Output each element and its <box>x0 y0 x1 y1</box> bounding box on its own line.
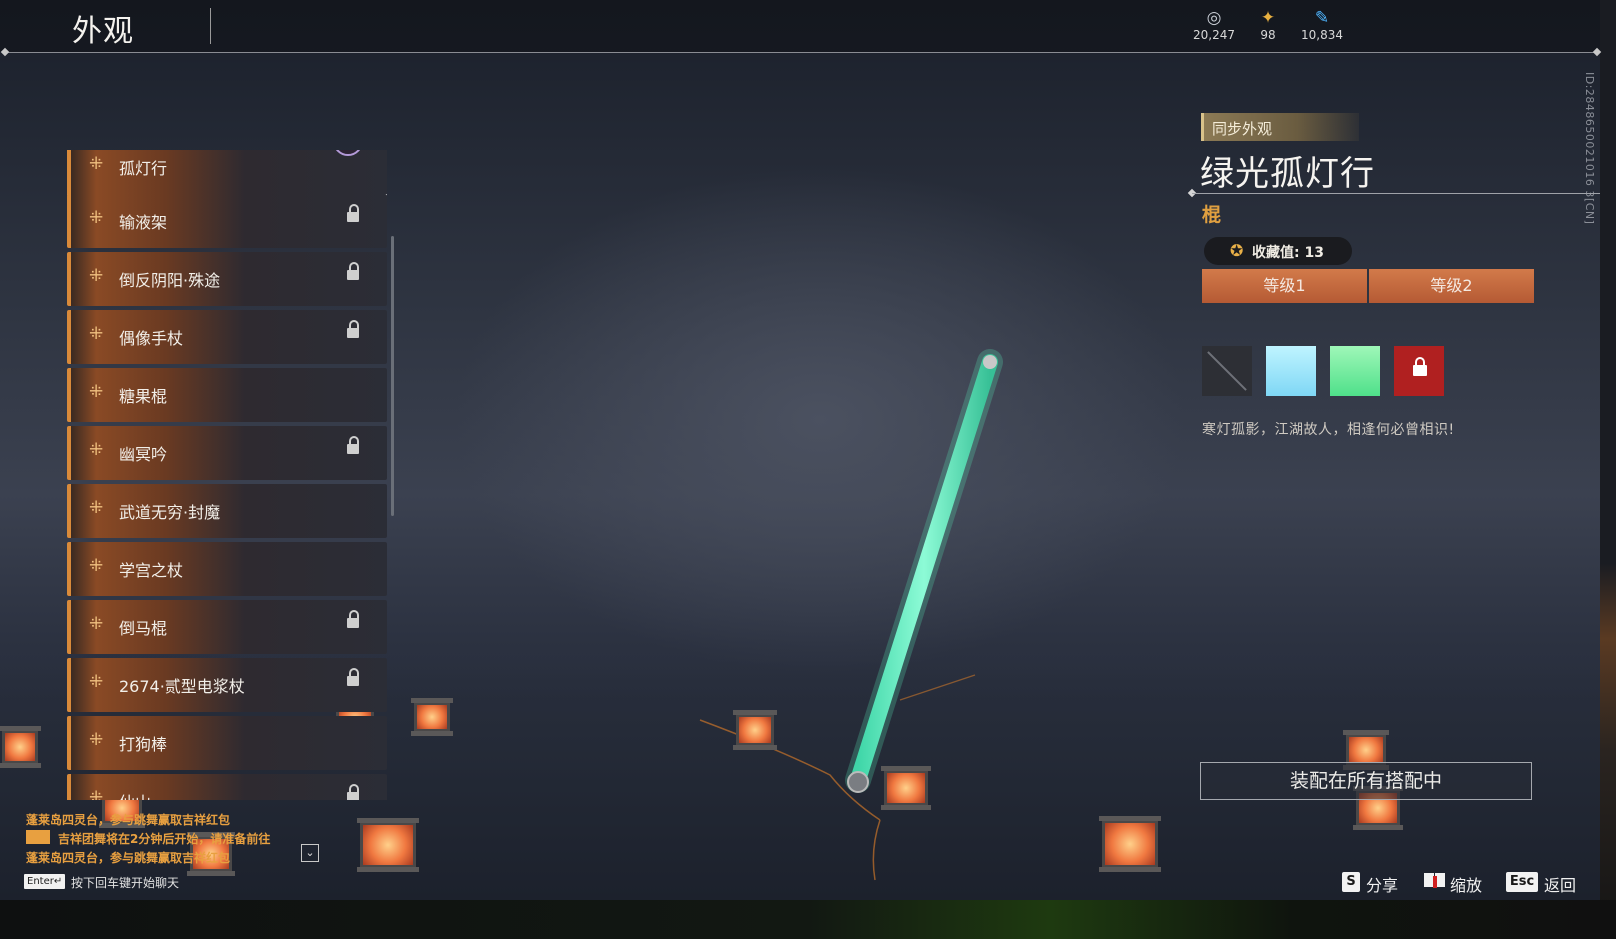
list-item[interactable]: ⁜ 倒马棍 <box>67 600 387 654</box>
color-swatch-blue[interactable] <box>1266 346 1316 396</box>
share-key[interactable]: S <box>1342 872 1360 892</box>
list-item[interactable]: ⁜ 学宫之杖 <box>67 542 387 596</box>
lantern <box>357 818 419 872</box>
sync-tag-label: 同步外观 <box>1212 120 1273 138</box>
item-icon: ⁜ <box>89 614 104 634</box>
share-button[interactable]: 分享 <box>1366 872 1398 896</box>
lantern <box>733 710 777 750</box>
lock-icon <box>347 262 359 280</box>
color-swatch-red[interactable] <box>1394 346 1444 396</box>
list-item[interactable]: ⁜ 孤灯行 ✓ <box>67 150 387 196</box>
item-label: 仙山 <box>119 789 151 800</box>
collection-text: 收藏值: 13 <box>1252 245 1324 261</box>
background-edge <box>1600 0 1616 939</box>
chat-message: 蓬莱岛四灵台，参与跳舞赢取吉祥红包 <box>26 851 231 865</box>
chat-message: 吉祥团舞将在2分钟后开始，请准备前往 <box>58 832 271 846</box>
ticket-icon: ✦ <box>1260 8 1276 28</box>
item-label: 幽冥吟 <box>119 445 168 464</box>
lock-icon <box>347 784 359 800</box>
collection-value: ✪ 收藏值: 13 <box>1204 237 1352 265</box>
currency-feather: ✎ 10,834 <box>1292 8 1352 42</box>
lantern <box>411 698 453 736</box>
item-icon: ⁜ <box>89 498 104 518</box>
lock-icon <box>347 204 359 222</box>
list-item[interactable]: ⁜ 2674·贰型电浆杖 <box>67 658 387 712</box>
list-item[interactable]: ⁜ 打狗棒 <box>67 716 387 770</box>
color-swatch-green[interactable] <box>1330 346 1380 396</box>
lantern <box>0 726 41 768</box>
feather-icon: ✎ <box>1314 8 1330 28</box>
announcement-bell-icon <box>26 830 50 844</box>
zoom-button[interactable]: 缩放 <box>1450 872 1482 896</box>
chat-expand-icon[interactable]: ⌄ <box>301 844 319 862</box>
equip-all-button[interactable]: 装配在所有搭配中 <box>1200 762 1532 800</box>
item-icon: ⁜ <box>89 154 104 174</box>
item-icon: ⁜ <box>89 382 104 402</box>
lock-icon <box>1413 357 1427 376</box>
currency-value: 98 <box>1260 28 1276 42</box>
color-swatch-none[interactable] <box>1202 346 1252 396</box>
chat-hint[interactable]: 按下回车键开始聊天 <box>71 874 179 891</box>
background-edge <box>0 900 1616 939</box>
item-icon: ⁜ <box>89 730 104 750</box>
item-icon: ⁜ <box>89 440 104 460</box>
collection-icon: ✪ <box>1230 241 1244 260</box>
list-item[interactable]: ⁜ 输液架 <box>67 194 387 248</box>
currency-silver: ◎ 20,247 <box>1184 8 1244 42</box>
item-label: 输液架 <box>119 213 168 232</box>
item-label: 偶像手杖 <box>119 329 184 348</box>
item-label: 学宫之杖 <box>119 561 184 580</box>
enter-key-icon: Enter↵ <box>24 874 66 889</box>
tab-level-1[interactable]: 等级1 <box>1202 269 1367 303</box>
item-icon: ⁜ <box>89 266 104 286</box>
list-scrollbar[interactable] <box>391 236 394 516</box>
list-item[interactable]: ⁜ 武道无穷·封魔 <box>67 484 387 538</box>
item-label: 糖果棍 <box>119 387 168 406</box>
item-label: 打狗棒 <box>119 735 168 754</box>
zoom-book-icon[interactable] <box>1424 873 1446 889</box>
lock-icon <box>347 436 359 454</box>
sync-appearance-tag: 同步外观 <box>1201 113 1359 141</box>
header-divider <box>6 52 1598 53</box>
esc-key[interactable]: Esc <box>1506 872 1538 892</box>
top-bar <box>0 0 1600 52</box>
staff-cap-top <box>983 355 997 369</box>
list-item[interactable]: ⁜ 倒反阴阳·殊途 <box>67 252 387 306</box>
item-label: 倒反阴阳·殊途 <box>119 271 221 290</box>
item-label: 武道无穷·封魔 <box>119 503 221 522</box>
item-name: 绿光孤灯行 <box>1200 154 1375 194</box>
page-title: 外观 <box>72 14 134 49</box>
item-label: 孤灯行 <box>119 159 168 178</box>
item-label: 2674·贰型电浆杖 <box>119 677 245 696</box>
weapon-type: 棍 <box>1202 204 1222 226</box>
title-separator <box>210 8 211 44</box>
name-divider <box>1192 193 1600 194</box>
back-button[interactable]: 返回 <box>1544 872 1576 896</box>
item-icon: ⁜ <box>89 672 104 692</box>
lock-icon <box>347 668 359 686</box>
equipped-check-icon: ✓ <box>333 150 363 156</box>
currency-value: 20,247 <box>1193 28 1235 42</box>
lock-icon <box>347 320 359 338</box>
item-description: 寒灯孤影，江湖故人，相逢何必曾相识! <box>1202 422 1455 438</box>
item-icon: ⁜ <box>89 556 104 576</box>
item-icon: ⁜ <box>89 324 104 344</box>
list-item[interactable]: ⁜ 仙山 <box>67 774 387 800</box>
lock-icon <box>347 610 359 628</box>
item-icon: ⁜ <box>89 788 104 800</box>
list-item[interactable]: ⁜ 糖果棍 <box>67 368 387 422</box>
item-label: 倒马棍 <box>119 619 168 638</box>
list-item[interactable]: ⁜ 幽冥吟 <box>67 426 387 480</box>
chat-message: 蓬莱岛四灵台，参与跳舞赢取吉祥红包 <box>26 813 231 827</box>
build-id: ID:2848650021016 3[CN] <box>1583 72 1596 225</box>
currency-ticket: ✦ 98 <box>1238 8 1298 42</box>
item-icon: ⁜ <box>89 208 104 228</box>
appearance-list[interactable]: ⁜ 孤灯行 ✓ ⁜ 输液架 ⁜ 倒反阴阳·殊途 ⁜ 偶像手杖 ⁜ 糖果棍 ⁜ 幽… <box>67 150 387 800</box>
silver-coin-icon: ◎ <box>1206 8 1222 28</box>
tab-level-2[interactable]: 等级2 <box>1369 269 1534 303</box>
list-item[interactable]: ⁜ 偶像手杖 <box>67 310 387 364</box>
lantern <box>881 766 931 810</box>
currency-value: 10,834 <box>1301 28 1343 42</box>
lantern <box>1099 816 1161 872</box>
